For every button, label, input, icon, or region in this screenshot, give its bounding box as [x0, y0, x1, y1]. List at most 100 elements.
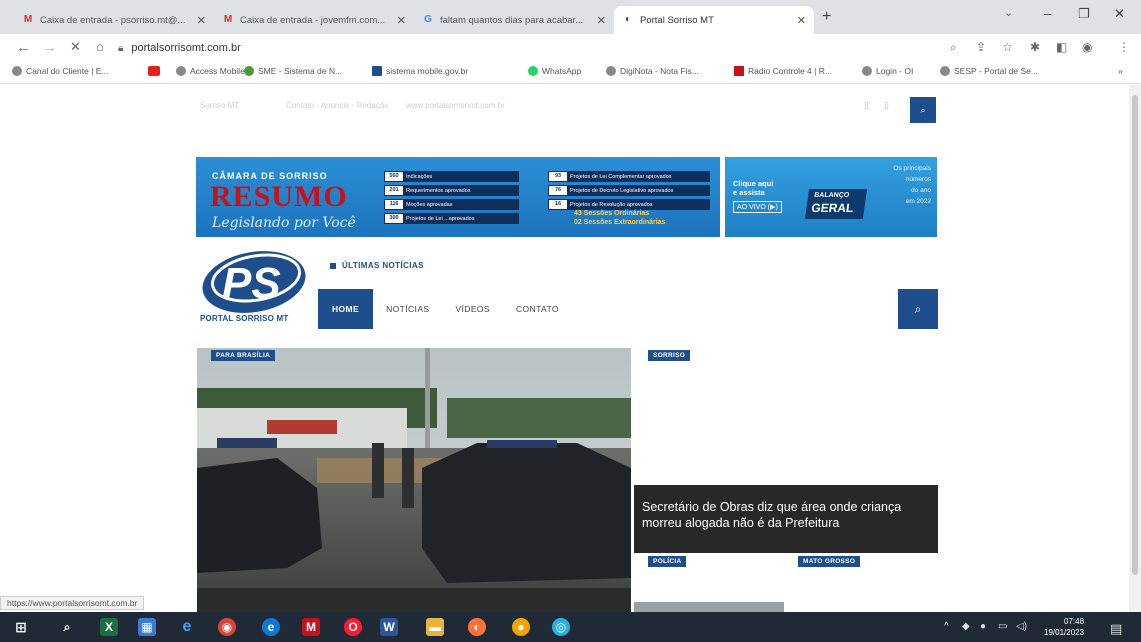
thumbnail-strip — [634, 602, 784, 612]
site-topbar: Sorriso MT Contato · Anuncie · Redação w… — [196, 97, 936, 125]
firefox-icon[interactable]: ◐ — [468, 618, 486, 636]
close-icon[interactable]: ✕ — [797, 14, 806, 27]
globe-icon — [940, 66, 950, 76]
windows-start-icon[interactable]: ⊞ — [12, 618, 30, 636]
bookmark-access-mobile[interactable]: Access Mobile — [176, 66, 245, 76]
balanco-badge: BALANÇO GERAL — [804, 189, 868, 219]
camara-resumo-banner[interactable]: CÂMARA DE SORRISO RESUMO Legislando por … — [196, 157, 720, 237]
opera-icon[interactable]: O — [344, 618, 362, 636]
bookmark-diginota[interactable]: DigiNota - Nota Fis... — [606, 66, 699, 76]
menu-kebab-icon[interactable]: ⋮ — [1118, 40, 1130, 54]
close-icon[interactable]: ✕ — [197, 14, 206, 27]
bookmark-sme[interactable]: SME - Sistema de N... — [244, 66, 342, 76]
bookmarks-overflow-icon[interactable]: » — [1118, 66, 1123, 76]
back-icon[interactable]: ← — [16, 39, 31, 56]
bookmark-sesp[interactable]: SESP - Portal de Se... — [940, 66, 1038, 76]
category-tag[interactable]: MATO GROSSO — [798, 556, 861, 567]
balanco-geral-banner[interactable]: Clique aqui e assista AO VIVO (▶) BALANÇ… — [725, 157, 937, 237]
new-tab-button[interactable]: + — [822, 8, 831, 26]
google-icon: G — [424, 14, 432, 25]
bookmark-youtube[interactable] — [148, 66, 164, 76]
ultimas-noticias-link[interactable]: ÚLTIMAS NOTÍCIAS — [330, 261, 424, 270]
nav-contato[interactable]: CONTATO — [503, 289, 572, 329]
media-app-icon[interactable]: M — [302, 618, 320, 636]
bookmarks-bar: Canal do Cliente | E... Access Mobile SM… — [0, 62, 1141, 84]
search-icon[interactable]: ⌕ — [58, 618, 76, 636]
bookmark-star-icon[interactable]: ☆ — [1002, 40, 1013, 54]
category-tag[interactable]: POLÍCIA — [648, 556, 687, 567]
gov-icon — [372, 66, 382, 76]
facebook-icon[interactable]: ▯ — [864, 100, 869, 111]
edge-icon[interactable]: e — [262, 618, 280, 636]
svg-text:PS: PS — [222, 259, 281, 308]
bookmark-canal-cliente[interactable]: Canal do Cliente | E... — [12, 66, 109, 76]
gmail-icon: M — [223, 14, 233, 25]
portal-sorriso-logo[interactable]: PS PORTAL SORRISO MT — [200, 248, 312, 326]
portal-favicon-icon: ◐ — [624, 14, 632, 25]
tray-app-icon[interactable]: ● — [980, 621, 986, 632]
featured-news-card[interactable]: PARA BRASÍLIA — [197, 348, 631, 612]
volume-icon[interactable]: ◁) — [1016, 621, 1027, 632]
excel-icon[interactable]: X — [100, 618, 118, 636]
tab-gmail-1[interactable]: M Caixa de entrada - psorriso.mt@... ✕ — [14, 6, 214, 34]
ps-logo-icon: PS — [202, 251, 306, 313]
close-icon[interactable]: ✕ — [597, 14, 606, 27]
notifications-icon[interactable]: ▤ — [1110, 621, 1122, 637]
file-explorer-icon[interactable]: ▬ — [426, 618, 444, 636]
banner-stats-col-2: 93 Projetos de Lei Complementar aprovados… — [548, 171, 710, 213]
network-icon[interactable]: ▭ — [998, 621, 1007, 632]
tray-app-icon[interactable]: ◆ — [962, 621, 970, 632]
lock-icon[interactable]: 🔒︎ — [118, 43, 123, 54]
category-tag[interactable]: PARA BRASÍLIA — [211, 350, 276, 361]
chrome-icon[interactable]: ◉ — [218, 618, 236, 636]
internet-explorer-icon[interactable]: e — [178, 618, 196, 636]
nav-videos[interactable]: VÍDEOS — [442, 289, 503, 329]
tab-gmail-2[interactable]: M Caixa de entrada - jovemfm.com... ✕ — [214, 6, 414, 34]
triangle-logo-icon — [734, 66, 744, 76]
system-clock[interactable]: 07:48 19/01/2023 — [1044, 616, 1084, 638]
share-icon[interactable]: ⇪ — [976, 40, 986, 54]
home-icon[interactable]: ⌂ — [96, 39, 104, 54]
tab-portal-sorriso[interactable]: ◐ Portal Sorriso MT ✕ — [614, 6, 814, 34]
page-scrollbar[interactable] — [1129, 85, 1141, 612]
status-url: https://www.portalsorrisomt.com.br — [0, 596, 145, 610]
tab-search-icon[interactable]: ⌄ — [1004, 6, 1013, 19]
profile-avatar-icon[interactable]: ◉ — [1082, 40, 1092, 54]
nav-search-button[interactable]: ⌕ — [898, 289, 938, 329]
gmail-icon: M — [23, 14, 33, 25]
nav-home[interactable]: HOME — [318, 289, 374, 329]
sme-icon — [244, 66, 254, 76]
stop-icon[interactable]: ✕ — [70, 39, 81, 55]
globe-icon — [862, 66, 872, 76]
news-headline[interactable]: Secretário de Obras diz que área onde cr… — [634, 485, 938, 553]
bookmark-radio-controle[interactable]: Radio Controle 4 | R... — [734, 66, 832, 76]
browser-tabbar: M Caixa de entrada - psorriso.mt@... ✕ M… — [0, 0, 1141, 34]
word-icon[interactable]: W — [380, 618, 398, 636]
bookmark-sistema[interactable]: sistema mobile.gov.br — [372, 66, 468, 76]
bullet-icon — [330, 262, 336, 269]
windows-taskbar: ⊞ ⌕ X ▦ e ◉ e M O W ▬ ◐ ● ◎ ^ ◆ ● ▭ ◁) 0… — [0, 612, 1141, 642]
extensions-icon[interactable]: ✱ — [1030, 40, 1040, 54]
instagram-icon[interactable]: ▯ — [884, 100, 889, 111]
restore-icon[interactable]: ❐ — [1078, 6, 1090, 22]
main-nav: HOME NOTÍCIAS VÍDEOS CONTATO — [318, 289, 572, 329]
top-search-button[interactable]: ⌕ — [910, 97, 936, 123]
minimize-icon[interactable]: – — [1044, 6, 1051, 21]
address-bar[interactable]: 🔒︎ portalsorrisomt.com.br — [118, 39, 938, 57]
calendar-icon[interactable]: ▦ — [138, 618, 156, 636]
app-icon[interactable]: ◎ — [552, 618, 570, 636]
nav-noticias[interactable]: NOTÍCIAS — [373, 289, 442, 329]
scrollbar-thumb[interactable] — [1132, 95, 1138, 575]
zoom-icon[interactable]: ⌕ — [950, 40, 957, 55]
tab-google-search[interactable]: G faltam quantos dias para acabar... ✕ — [414, 6, 614, 34]
tray-chevron-icon[interactable]: ^ — [944, 621, 949, 632]
close-window-icon[interactable]: ✕ — [1114, 6, 1125, 22]
sidepanel-icon[interactable]: ◧ — [1056, 40, 1067, 54]
forward-icon[interactable]: → — [42, 39, 57, 56]
app-icon[interactable]: ● — [512, 618, 530, 636]
close-icon[interactable]: ✕ — [397, 14, 406, 27]
bookmark-whatsapp[interactable]: WhatsApp — [528, 66, 581, 76]
category-tag[interactable]: SORRISO — [648, 350, 691, 361]
globe-icon — [606, 66, 616, 76]
bookmark-login-oi[interactable]: Login - OI — [862, 66, 913, 76]
